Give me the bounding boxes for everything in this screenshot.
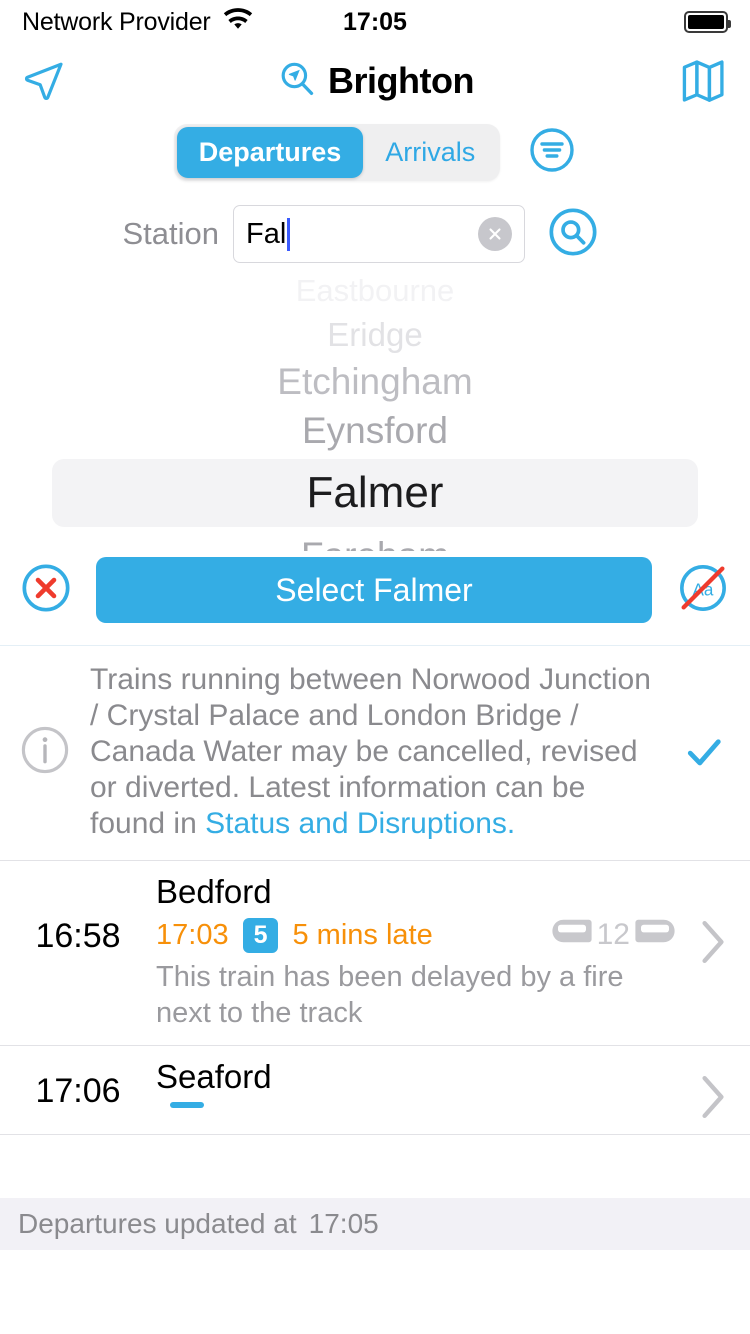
status-bar-clock: 17:05	[343, 7, 407, 36]
status-bar-right	[684, 11, 731, 33]
updated-time: 17:05	[308, 1208, 379, 1239]
station-input[interactable]: Fal	[233, 205, 525, 263]
tab-departures[interactable]: Departures	[176, 127, 364, 178]
picker-item[interactable]: Etchingham	[0, 357, 750, 406]
location-arrow-icon[interactable]	[20, 57, 68, 105]
departure-note: This train has been delayed by a fire ne…	[156, 961, 624, 1029]
chevron-right-icon[interactable]	[690, 1058, 736, 1120]
search-icon[interactable]	[547, 206, 599, 263]
filter-icon[interactable]	[528, 126, 576, 179]
scheduled-time: 16:58	[35, 917, 121, 955]
picker-item-selected[interactable]: Falmer	[52, 459, 698, 527]
departure-meta	[156, 1102, 676, 1108]
app-root: Network Provider 17:05 Brighton Departur…	[0, 0, 750, 1334]
train-front-right-icon	[634, 917, 676, 953]
page-title-text: Brighton	[328, 60, 474, 101]
picker-item[interactable]: Eridge	[0, 312, 750, 357]
departure-meta: 17:03 5 5 mins late 12	[156, 917, 676, 953]
check-icon[interactable]	[676, 730, 732, 774]
table-row[interactable]: 17:06 Seaford	[0, 1046, 750, 1135]
picker-item[interactable]: Eastbourne	[0, 269, 750, 312]
picker-actions: Select Falmer Aa	[0, 557, 750, 623]
text-caret	[287, 217, 291, 251]
info-circle-icon	[18, 723, 72, 782]
text-size-disabled-icon[interactable]: Aa	[676, 561, 730, 620]
station-label: Station	[122, 216, 219, 251]
map-icon[interactable]	[678, 56, 730, 106]
coach-count-value: 12	[596, 918, 630, 951]
search-nearby-icon	[276, 58, 318, 105]
service-notice[interactable]: Trains running between Norwood Junction …	[0, 646, 750, 861]
segmented-control: Departures Arrivals	[173, 124, 501, 181]
tab-arrivals[interactable]: Arrivals	[363, 127, 497, 178]
scheduled-time: 17:06	[35, 1072, 121, 1110]
destination: Bedford	[156, 873, 272, 910]
chevron-right-icon[interactable]	[690, 873, 736, 965]
departures-list: Trains running between Norwood Junction …	[0, 645, 750, 1135]
select-station-button[interactable]: Select Falmer	[96, 557, 652, 623]
page-title: Brighton	[0, 58, 750, 105]
picker-item[interactable]: Fareham	[0, 531, 750, 551]
station-picker[interactable]: Eastbourne Eridge Etchingham Eynsford Fa…	[0, 269, 750, 551]
cancel-icon[interactable]	[20, 562, 72, 619]
service-notice-text: Trains running between Norwood Junction …	[90, 662, 658, 842]
platform-badge	[170, 1102, 204, 1108]
expected-time: 17:03	[156, 918, 229, 951]
updated-footer: Departures updated at 17:05	[0, 1198, 750, 1250]
status-bar: Network Provider 17:05	[0, 0, 750, 44]
battery-full-icon	[684, 11, 731, 33]
platform-badge: 5	[242, 917, 279, 953]
picker-item[interactable]: Eynsford	[0, 406, 750, 455]
mode-toolbar: Departures Arrivals	[0, 124, 750, 187]
station-search-row: Station Fal	[0, 205, 750, 263]
status-badge: 5 mins late	[292, 918, 433, 951]
clear-icon[interactable]	[478, 217, 512, 251]
train-front-left-icon	[551, 917, 593, 953]
destination: Seaford	[156, 1058, 272, 1095]
station-input-value: Fal	[246, 217, 287, 250]
table-row[interactable]: 16:58 Bedford 17:03 5 5 mins late 12 Thi…	[0, 861, 750, 1046]
departure-details: Bedford 17:03 5 5 mins late 12 This trai…	[156, 873, 676, 1031]
coach-count: 12	[551, 917, 676, 953]
status-disruptions-link[interactable]: Status and Disruptions.	[205, 807, 515, 840]
updated-label: Departures updated at	[18, 1208, 297, 1239]
departure-details: Seaford	[156, 1058, 676, 1108]
nav-bar: Brighton	[0, 44, 750, 118]
